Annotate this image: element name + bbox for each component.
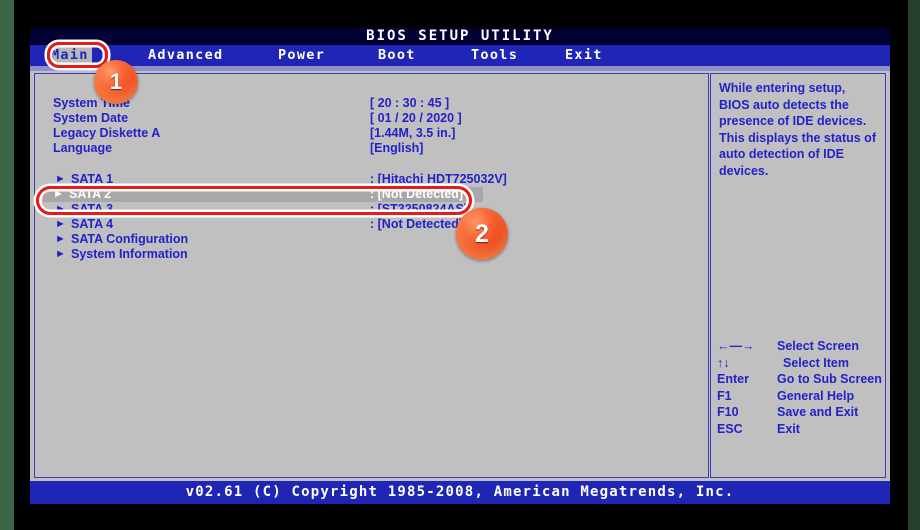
value-legacy-diskette-a[interactable]: [1.44M, 3.5 in.] — [370, 126, 455, 141]
key-legend-select-screen: ←—→ Select Screen — [717, 338, 885, 355]
label-sata-4: SATA 4 — [71, 217, 114, 231]
left-edge-border — [0, 0, 14, 530]
key-legend-f1: F1 General Help — [717, 388, 885, 405]
tab-tools[interactable]: Tools — [468, 47, 521, 64]
annotation-badge-2: 2 — [456, 208, 508, 260]
key-legend-enter: Enter Go to Sub Screen — [717, 371, 885, 388]
triangle-right-icon: ► — [55, 203, 66, 215]
screenshot-root: BIOS SETUP UTILITY Main Advanced Power B… — [0, 0, 920, 530]
key-legend-f10: F10 Save and Exit — [717, 404, 885, 421]
value-sata-4: : [Not Detected] — [370, 217, 464, 231]
triangle-right-icon: ► — [53, 188, 64, 200]
label-system-information: System Information — [71, 247, 188, 261]
row-system-time[interactable]: System Time [ 20 : 30 : 45 ] — [45, 96, 700, 111]
tab-advanced[interactable]: Advanced — [145, 47, 226, 64]
label-system-date: System Date — [53, 111, 129, 125]
label-sata-configuration: SATA Configuration — [71, 232, 189, 246]
annotation-badge-1: 1 — [94, 60, 138, 104]
label-sata-3: SATA 3 — [71, 202, 114, 216]
key-desc-enter: Go to Sub Screen — [777, 372, 882, 386]
label-legacy-diskette-a: Legacy Diskette A — [53, 126, 161, 140]
row-legacy-diskette-a[interactable]: Legacy Diskette A [1.44M, 3.5 in.] — [45, 126, 700, 141]
help-panel: While entering setup, BIOS auto detects … — [710, 73, 886, 478]
copyright-footer: v02.61 (C) Copyright 1985-2008, American… — [30, 481, 890, 504]
key-desc-select-screen: Select Screen — [777, 339, 859, 353]
label-sata-2: SATA 2 — [69, 187, 112, 201]
key-desc-f1: General Help — [777, 388, 855, 403]
key-name-enter: Enter — [717, 372, 749, 386]
tab-power[interactable]: Power — [275, 47, 328, 64]
menu-separator — [30, 66, 890, 71]
label-sata-1: SATA 1 — [71, 172, 114, 186]
key-desc-esc: Exit — [777, 421, 800, 436]
value-sata-2: : [Not Detected] — [370, 187, 464, 201]
key-name-f10: F10 — [717, 405, 739, 419]
triangle-right-icon: ► — [55, 218, 66, 230]
row-sata-configuration[interactable]: ► SATA Configuration — [45, 232, 700, 247]
triangle-right-icon: ► — [55, 233, 66, 245]
help-text: While entering setup, BIOS auto detects … — [719, 81, 876, 178]
label-language: Language — [53, 141, 113, 155]
value-language[interactable]: [English] — [370, 141, 423, 156]
menu-bar: Main Advanced Power Boot Tools Exit — [30, 45, 890, 66]
key-legend-select-item: ↑↓ Select Item — [717, 355, 885, 372]
key-legend-esc: ESC Exit — [717, 421, 885, 438]
row-system-information[interactable]: ► System Information — [45, 247, 700, 262]
tab-main[interactable]: Main — [48, 47, 92, 64]
row-sata-4[interactable]: ► SATA 4 : [Not Detected] — [45, 217, 700, 232]
key-legend: ←—→ Select Screen ↑↓ Select Item Enter G… — [717, 338, 885, 437]
tab-boot[interactable]: Boot — [375, 47, 419, 64]
key-name-esc: ESC — [717, 421, 743, 436]
right-edge-border — [908, 0, 920, 530]
row-sata-3[interactable]: ► SATA 3 : [ST3250824AS] — [45, 202, 700, 217]
tab-exit[interactable]: Exit — [562, 47, 606, 64]
window-title: BIOS SETUP UTILITY — [30, 28, 890, 45]
up-down-arrow-icon: ↑↓ — [717, 355, 730, 370]
value-system-time[interactable]: [ 20 : 30 : 45 ] — [370, 96, 449, 111]
row-language[interactable]: Language [English] — [45, 141, 700, 156]
triangle-right-icon: ► — [55, 248, 66, 260]
row-sata-1[interactable]: ► SATA 1 : [Hitachi HDT725032V] — [45, 172, 700, 187]
value-sata-1: : [Hitachi HDT725032V] — [370, 172, 507, 186]
row-system-date[interactable]: System Date [ 01 / 20 / 2020 ] — [45, 111, 700, 126]
key-name-f1: F1 — [717, 388, 732, 403]
triangle-right-icon: ► — [55, 173, 66, 185]
value-system-date[interactable]: [ 01 / 20 / 2020 ] — [370, 111, 462, 126]
row-sata-2[interactable]: ► SATA 2 : [Not Detected] — [43, 187, 483, 202]
main-settings-panel: System Time [ 20 : 30 : 45 ] System Date… — [34, 73, 709, 478]
left-right-arrow-icon: ←—→ — [717, 339, 755, 353]
key-desc-select-item: Select Item — [783, 355, 850, 370]
bios-setup-screen: BIOS SETUP UTILITY Main Advanced Power B… — [30, 28, 890, 504]
value-sata-3: : [ST3250824AS] — [370, 202, 468, 216]
key-desc-f10: Save and Exit — [777, 405, 859, 419]
